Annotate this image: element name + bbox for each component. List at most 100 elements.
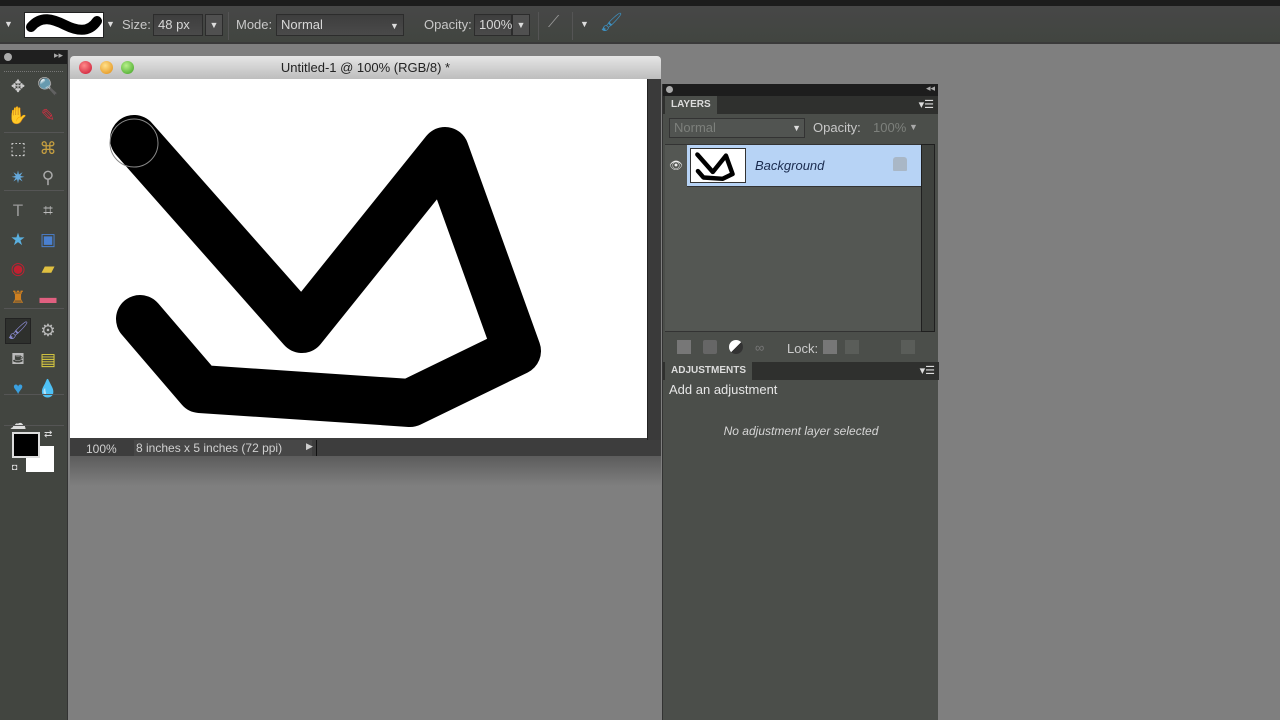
healing-brush-tool[interactable]: ▰ [35, 256, 61, 282]
swap-colors-icon[interactable]: ⇄ [44, 429, 52, 440]
adjustments-empty-message: No adjustment layer selected [723, 424, 879, 438]
chevron-down-icon[interactable]: ▼ [909, 122, 918, 132]
hand-icon: ✋ [7, 106, 29, 125]
layers-scrollbar[interactable] [921, 144, 935, 332]
divider [572, 12, 573, 40]
zoom-level[interactable]: 100% [86, 442, 117, 456]
divider [538, 12, 539, 40]
marquee-icon: ⬚ [9, 139, 27, 158]
canvas-area [70, 79, 661, 440]
quick-selection-icon: ⚲ [41, 168, 55, 187]
tablet-options-brush-icon[interactable]: 🖌 [600, 12, 623, 33]
document-info: 8 inches x 5 inches (72 ppi) [136, 441, 283, 455]
chevron-down-icon: ▼ [792, 123, 801, 133]
foreground-color-swatch[interactable] [12, 432, 40, 458]
size-dropdown-button[interactable]: ▼ [205, 14, 223, 36]
eraser-icon: ▬ [39, 288, 57, 307]
heart-icon: ♥ [12, 379, 24, 398]
rectangular-marquee-tool[interactable]: ⬚ [5, 136, 31, 162]
type-tool[interactable]: T [5, 198, 31, 224]
divider [4, 425, 64, 426]
eyedropper-tool[interactable]: ✎ [35, 103, 61, 129]
hand-tool[interactable]: ✋ [5, 103, 31, 129]
window-shadow [70, 456, 661, 486]
eye-icon[interactable]: 👁 [669, 159, 683, 172]
close-window-button[interactable] [79, 61, 92, 74]
crop-tool[interactable]: ⌗ [35, 198, 61, 224]
bandage-icon: ▰ [41, 259, 55, 278]
toolbox-header[interactable]: ▸▸ [0, 50, 67, 64]
opacity-field[interactable]: 100% [474, 14, 512, 36]
lock-all-icon[interactable] [845, 340, 859, 354]
add-mask-icon[interactable] [703, 340, 717, 354]
lock-icon [893, 157, 907, 171]
vertical-scrollbar[interactable] [647, 79, 661, 440]
brush-options-dropdown-icon[interactable]: ▼ [580, 19, 589, 29]
layers-footer: ∞ Lock: [663, 336, 939, 362]
opacity-label: Opacity: [424, 17, 472, 32]
opacity-dropdown-button[interactable]: ▼ [512, 14, 530, 36]
panel-header[interactable]: ◂◂ [663, 83, 938, 96]
red-eye-tool[interactable]: ◉ [5, 256, 31, 282]
divider [228, 12, 229, 40]
collapse-icon[interactable]: ▸▸ [54, 50, 63, 61]
layers-tabbar: LAYERS ▾☰ [663, 96, 938, 114]
trash-icon[interactable] [901, 340, 915, 354]
magnifier-icon: 🔍 [37, 77, 59, 96]
toolbox-grip[interactable] [4, 66, 63, 72]
size-field[interactable]: 48 px [153, 14, 203, 36]
paint-bucket-tool[interactable]: ⛾ [5, 347, 31, 373]
cookie-cutter-tool[interactable]: ★ [5, 227, 31, 253]
adjustments-tabbar: ADJUSTMENTS ▾☰ [663, 362, 939, 380]
panel-menu-icon[interactable]: ▾☰ [919, 98, 934, 111]
minimize-window-button[interactable] [100, 61, 113, 74]
brush-preset-picker[interactable] [24, 12, 104, 38]
zoom-tool[interactable]: 🔍 [35, 74, 61, 100]
move-tool[interactable]: ✥ [5, 74, 31, 100]
airbrush-icon[interactable]: ⟋ [548, 14, 559, 32]
collapse-icon[interactable]: ◂◂ [926, 83, 935, 94]
panel-bin: ◂◂ LAYERS ▾☰ Normal ▼ Opacity: 100% ▼ 👁 … [662, 83, 939, 720]
opacity-label: Opacity: [813, 120, 861, 135]
canvas[interactable] [70, 79, 647, 438]
brush-tool[interactable]: 🖌 [5, 318, 31, 344]
info-menu-arrow-icon[interactable]: ▶ [306, 441, 313, 452]
star-icon: ★ [10, 230, 26, 249]
panel-menu-icon[interactable]: ▾☰ [920, 364, 935, 377]
brush-picker-dropdown-icon[interactable]: ▼ [106, 19, 115, 29]
gradient-tool[interactable]: ▤ [35, 347, 61, 373]
tool-preset-dropdown-icon[interactable]: ▼ [4, 19, 13, 29]
tab-adjustments[interactable]: ADJUSTMENTS [665, 362, 753, 380]
divider [4, 132, 64, 133]
lock-transparency-icon[interactable] [823, 340, 837, 354]
layer-controls: Normal ▼ Opacity: 100% ▼ [669, 118, 933, 138]
gradient-icon: ▤ [39, 350, 57, 369]
stamp-icon: ♜ [10, 288, 26, 307]
blur-tool[interactable]: 💧 [35, 376, 61, 402]
new-layer-icon[interactable] [677, 340, 691, 354]
lasso-tool[interactable]: ⌘ [35, 136, 61, 162]
document-titlebar[interactable]: Untitled-1 @ 100% (RGB/8) * [70, 56, 661, 79]
recompose-tool[interactable]: ▣ [35, 227, 61, 253]
move-icon: ✥ [10, 77, 26, 96]
layer-thumbnail [690, 148, 746, 183]
quick-selection-tool[interactable]: ⚲ [35, 165, 61, 191]
document-status-bar: 100% 8 inches x 5 inches (72 ppi) ▶ [70, 440, 661, 456]
mode-select[interactable]: Normal [276, 14, 404, 36]
default-colors-icon[interactable]: ◘ [12, 462, 17, 472]
close-icon[interactable] [666, 86, 673, 93]
crop-icon: ⌗ [43, 201, 53, 220]
magic-wand-tool[interactable]: ✷ [5, 165, 31, 191]
eyedropper-icon: ✎ [40, 106, 56, 125]
adjustment-layer-icon[interactable] [729, 340, 743, 354]
custom-shape-tool[interactable]: ♥ [5, 376, 31, 402]
blend-mode-select[interactable]: Normal ▼ [669, 118, 805, 138]
close-icon[interactable] [4, 53, 12, 61]
layer-row[interactable]: Background [687, 145, 921, 187]
smart-brush-tool[interactable]: ⚙ [35, 318, 61, 344]
zoom-window-button[interactable] [121, 61, 134, 74]
mode-dropdown-icon: ▼ [390, 21, 399, 31]
tab-layers[interactable]: LAYERS [665, 96, 717, 114]
layers-list: 👁 Background [665, 144, 921, 332]
link-icon[interactable]: ∞ [755, 340, 769, 355]
